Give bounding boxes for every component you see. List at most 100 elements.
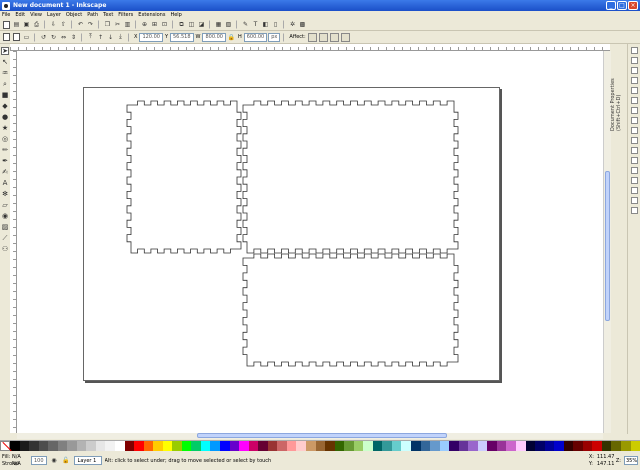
menu-file[interactable]: File	[2, 12, 10, 18]
color-swatch[interactable]	[229, 441, 240, 451]
horizontal-scrollbar[interactable]	[17, 433, 603, 439]
color-swatch[interactable]	[410, 441, 421, 451]
color-swatch[interactable]	[57, 441, 68, 451]
color-swatch[interactable]	[496, 441, 507, 451]
color-swatch[interactable]	[48, 441, 58, 451]
snap-midpoints-icon[interactable]	[630, 157, 638, 164]
color-swatch[interactable]	[143, 441, 154, 451]
snap-bbox-edge-icon[interactable]	[630, 67, 638, 74]
fill-value[interactable]: N/A	[12, 454, 28, 460]
color-swatch[interactable]	[515, 441, 526, 451]
dropper-tool-icon[interactable]: ⟋	[1, 234, 9, 242]
color-swatch[interactable]	[477, 441, 488, 451]
pen-tool-icon[interactable]: ✒	[1, 157, 9, 165]
gradient-tool-icon[interactable]: ▨	[1, 223, 9, 231]
color-swatch[interactable]	[401, 441, 411, 451]
lower-icon[interactable]: ↓	[106, 33, 115, 42]
open-icon[interactable]: ▤	[12, 20, 21, 29]
connector-tool-icon[interactable]: ⚇	[1, 245, 9, 253]
opacity-spinbox[interactable]: 100	[31, 456, 47, 465]
lock-icon[interactable]: 🔒	[227, 33, 236, 42]
selector-tool-icon[interactable]: ➤	[1, 47, 9, 55]
color-swatch[interactable]	[573, 441, 583, 451]
fill-stroke-icon[interactable]: ✎	[241, 20, 250, 29]
menu-object[interactable]: Object	[66, 12, 82, 18]
color-swatch[interactable]	[200, 441, 211, 451]
affect-gradients-toggle[interactable]	[329, 32, 339, 42]
group-icon[interactable]: ▦	[214, 20, 223, 29]
ellipse-tool-icon[interactable]: ●	[1, 113, 9, 121]
snap-guides-icon[interactable]	[630, 207, 638, 214]
snap-rotation-centers-icon[interactable]	[630, 177, 638, 184]
rotate-cw-icon[interactable]: ↻	[49, 33, 58, 42]
snap-bbox-corner-icon[interactable]	[630, 77, 638, 84]
width-spinbox[interactable]: 800.00	[202, 32, 226, 42]
snap-grids-icon[interactable]	[630, 197, 638, 204]
text-font-icon[interactable]: T	[251, 20, 260, 29]
import-icon[interactable]: ⇩	[49, 20, 58, 29]
color-swatch[interactable]	[325, 441, 335, 451]
flip-vertical-icon[interactable]: ⇕	[69, 33, 78, 42]
color-swatch[interactable]	[563, 441, 574, 451]
affect-stroke-toggle[interactable]	[307, 32, 317, 42]
y-spinbox[interactable]: 56.518	[170, 32, 194, 42]
color-swatch[interactable]	[67, 441, 77, 451]
deselect-icon[interactable]: ▭	[22, 33, 31, 42]
select-all-icon[interactable]	[2, 33, 11, 42]
color-swatch[interactable]	[334, 441, 345, 451]
zoom-field[interactable]: 35%	[624, 456, 638, 465]
panel-top-right[interactable]	[242, 100, 459, 254]
color-swatch[interactable]	[630, 441, 640, 451]
color-swatch[interactable]	[315, 441, 326, 451]
color-swatch[interactable]	[191, 441, 201, 451]
menu-extensions[interactable]: Extensions	[138, 12, 165, 18]
menu-view[interactable]: View	[30, 12, 42, 18]
zoom-drawing-icon[interactable]: ⊞	[150, 20, 159, 29]
tweak-tool-icon[interactable]: ♒	[1, 69, 9, 77]
color-swatch[interactable]	[449, 441, 459, 451]
panel-bottom-right[interactable]	[242, 253, 459, 367]
flip-horizontal-icon[interactable]: ⇔	[59, 33, 68, 42]
xml-editor-icon[interactable]: ◧	[261, 20, 270, 29]
color-swatch[interactable]	[382, 441, 392, 451]
color-swatch[interactable]	[458, 441, 469, 451]
paste-icon[interactable]: ▥	[123, 20, 132, 29]
color-swatch[interactable]	[105, 441, 116, 451]
color-swatch[interactable]	[76, 441, 87, 451]
cut-icon[interactable]: ✂	[113, 20, 122, 29]
spiral-tool-icon[interactable]: ◎	[1, 135, 9, 143]
color-swatch[interactable]	[592, 441, 602, 451]
current-layer-select[interactable]: Layer 1	[73, 456, 102, 465]
new-document-icon[interactable]	[2, 20, 11, 29]
node-tool-icon[interactable]: ↖	[1, 58, 9, 66]
x-spinbox[interactable]: 120.00	[139, 32, 163, 42]
document-properties-icon[interactable]: ▩	[298, 20, 307, 29]
color-swatch[interactable]	[248, 441, 259, 451]
snap-nodes-icon[interactable]	[630, 107, 638, 114]
star-tool-icon[interactable]: ★	[1, 124, 9, 132]
save-icon[interactable]: ▣	[22, 20, 31, 29]
color-swatch[interactable]	[391, 441, 402, 451]
vertical-ruler[interactable]	[10, 51, 17, 433]
vertical-scroll-thumb[interactable]	[605, 171, 610, 321]
document-properties-dock-tab[interactable]: Document Properties (Shift+Ctrl+D)	[610, 51, 622, 131]
color-swatch[interactable]	[153, 441, 163, 451]
menu-path[interactable]: Path	[87, 12, 98, 18]
undo-icon[interactable]: ↶	[76, 20, 85, 29]
color-swatch[interactable]	[220, 441, 230, 451]
ungroup-icon[interactable]: ▧	[224, 20, 233, 29]
snap-cusp-nodes-icon[interactable]	[630, 137, 638, 144]
raise-to-top-icon[interactable]: ⤒	[86, 33, 95, 42]
lock-layer-icon[interactable]: 🔓	[62, 456, 71, 465]
snap-page-border-icon[interactable]	[630, 187, 638, 194]
3d-box-tool-icon[interactable]: ◆	[1, 102, 9, 110]
color-swatch[interactable]	[19, 441, 30, 451]
select-all-layers-icon[interactable]	[12, 33, 21, 42]
eraser-tool-icon[interactable]: ▱	[1, 201, 9, 209]
color-swatch[interactable]	[363, 441, 373, 451]
color-swatch[interactable]	[353, 441, 364, 451]
color-swatch[interactable]	[525, 441, 536, 451]
color-swatch[interactable]	[305, 441, 316, 451]
color-swatch[interactable]	[601, 441, 612, 451]
text-tool-icon[interactable]: A	[1, 179, 9, 187]
